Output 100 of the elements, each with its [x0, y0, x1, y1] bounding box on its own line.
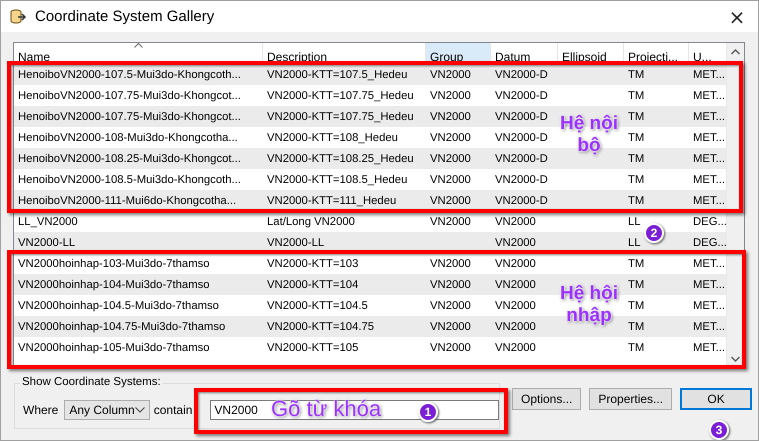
- table-cell-text: VN2000: [429, 132, 472, 144]
- table-cell-text: VN2000: [429, 194, 472, 206]
- table-cell-text: VN2000: [494, 300, 537, 312]
- table-cell-text: VN2000-D: [494, 90, 549, 102]
- table-cell-text: MET...: [692, 258, 726, 270]
- app-icon: [9, 8, 27, 26]
- table-cell-text: Lat/Long VN2000: [266, 216, 356, 228]
- table-cell-text: VN2000-KTT=104: [266, 278, 360, 290]
- table-cell-text: TM: [627, 194, 646, 206]
- table-cell-text: VN2000: [494, 278, 537, 290]
- table-cell-text: VN2000hoinhap-104.75-Mui3do-7thamso: [17, 320, 226, 332]
- dialog-button[interactable]: Properties...: [589, 388, 672, 410]
- table-cell-text: HenoiboVN2000-107.75-Mui3do-Khongcot...: [17, 110, 242, 122]
- table-cell-text: VN2000-D: [494, 132, 549, 144]
- table-cell-text: VN2000: [429, 278, 472, 290]
- table-cell-text: VN2000: [429, 90, 472, 102]
- callout-text: Hệ hội nhập: [558, 283, 620, 327]
- table-cell-text: HenoiboVN2000-107.75-Mui3do-Khongcot...: [17, 90, 242, 102]
- table-cell-text: TM: [627, 342, 646, 354]
- table-cell-text: VN2000-KTT=111_Hedeu: [266, 194, 398, 206]
- table-cell-text: DEG...: [692, 216, 726, 228]
- table-cell-text: TM: [627, 258, 646, 270]
- table-cell-text: VN2000hoinhap-104.5-Mui3do-7thamso: [17, 300, 220, 312]
- table-cell-text: HenoiboVN2000-111-Mui6do-Khongcotha...: [17, 194, 238, 206]
- table-cell-text: HenoiboVN2000-108.5-Mui3do-Khongcoth...: [17, 174, 242, 186]
- table-cell-text: VN2000: [429, 320, 472, 332]
- table-cell-text: VN2000: [429, 342, 472, 354]
- chevron-icon: [134, 407, 145, 413]
- table-cell-text: TM: [627, 174, 646, 186]
- table-cell-text: VN2000: [429, 68, 472, 80]
- table-cell-text: VN2000hoinhap-103-Mui3do-7thamso: [17, 258, 211, 270]
- table-cell-text: VN2000-D: [494, 194, 549, 206]
- table-cell-text: VN2000: [494, 258, 537, 270]
- table-cell-text: LL: [627, 236, 642, 248]
- table-cell-text: MET...: [692, 132, 726, 144]
- table-cell-text: VN2000-D: [494, 174, 549, 186]
- table-cell-text: VN2000-KTT=108.25_Hedeu: [266, 152, 415, 164]
- table-cell-text: MET...: [692, 68, 726, 80]
- table-cell-text: VN2000-KTT=108_Hedeu: [266, 132, 399, 144]
- table-cell-text: MET...: [692, 342, 726, 354]
- table-cell-text: MET...: [692, 320, 726, 332]
- table-cell-text: MET...: [692, 194, 726, 206]
- table-cell-text: VN2000: [494, 216, 537, 228]
- table-cell-text: VN2000hoinhap-105-Mui3do-7thamso: [17, 342, 211, 354]
- table-cell-text: VN2000-KTT=104.5: [266, 300, 369, 312]
- column-dropdown[interactable]: Any Column: [64, 400, 150, 420]
- table-cell-text: VN2000-KTT=107.5_Hedeu: [266, 68, 408, 80]
- column-header[interactable]: Datum: [491, 43, 558, 63]
- callout-text: Hệ nội bộ: [558, 113, 620, 157]
- table-cell-text: VN2000: [494, 320, 537, 332]
- number-badge: 3: [709, 420, 729, 440]
- table-cell-text: VN2000: [429, 110, 472, 122]
- column-header[interactable]: Name: [14, 43, 263, 63]
- table-cell-text: TM: [627, 90, 646, 102]
- table-cell-text: TM: [627, 278, 646, 290]
- table-cell-text: VN2000: [429, 152, 472, 164]
- table-cell-text: HenoiboVN2000-108-Mui3do-Khongcotha...: [17, 132, 239, 144]
- table-cell-text: HenoiboVN2000-108.25-Mui3do-Khongcot...: [17, 152, 242, 164]
- table-cell-text: VN2000-KTT=103: [266, 258, 360, 270]
- table-cell-text: VN2000-KTT=104.75: [266, 320, 376, 332]
- table-cell-text: VN2000-KTT=105: [266, 342, 360, 354]
- dialog-button[interactable]: OK: [680, 388, 752, 410]
- table-cell-text: TM: [627, 152, 646, 164]
- table-cell-text: MET...: [692, 152, 726, 164]
- table-cell-text: VN2000: [494, 236, 537, 248]
- table-cell-text: VN2000-KTT=107.75_Hedeu: [266, 90, 415, 102]
- table-cell-text: HenoiboVN2000-107.5-Mui3do-Khongcoth...: [17, 68, 242, 80]
- table-cell-text: TM: [627, 320, 646, 332]
- table-cell-text: VN2000: [494, 342, 537, 354]
- table-cell-text: MET...: [692, 278, 726, 290]
- dialog-button[interactable]: Options...: [512, 388, 582, 410]
- table-cell-text: VN2000: [429, 300, 472, 312]
- contains-label: contain: [154, 403, 192, 417]
- table-cell-text: TM: [627, 110, 646, 122]
- table-cell-text: LL_VN2000: [17, 216, 79, 228]
- where-label: Where: [23, 403, 58, 417]
- table-cell-text: VN2000hoinhap-104-Mui3do-7thamso: [17, 278, 211, 290]
- table-cell-text: TM: [627, 132, 646, 144]
- close-button[interactable]: ×: [722, 2, 752, 30]
- table-cell-text: VN2000-LL: [266, 236, 326, 248]
- table-cell-text: VN2000-KTT=108.5_Hedeu: [266, 174, 408, 186]
- table-cell-text: LL: [627, 216, 642, 228]
- table-cell-text: MET...: [692, 300, 726, 312]
- table-cell-text: VN2000: [429, 216, 472, 228]
- table-cell-text: MET...: [692, 90, 726, 102]
- table-cell-text: MET...: [692, 110, 726, 122]
- table-cell-text: VN2000: [429, 174, 472, 186]
- table-cell-text: TM: [627, 68, 646, 80]
- table-cell-text: MET...: [692, 174, 726, 186]
- group-title: Show Coordinate Systems:: [20, 376, 163, 388]
- table-cell-text: VN2000: [429, 258, 472, 270]
- table-cell-text: VN2000-D: [494, 152, 549, 164]
- table-cell-text: VN2000-LL: [17, 236, 76, 248]
- table-cell-text: VN2000-D: [494, 110, 549, 122]
- table-cell-text: DEG...: [692, 236, 726, 248]
- table-cell-text: TM: [627, 300, 646, 312]
- table-cell-text: VN2000-D: [494, 68, 549, 80]
- table-cell-text: VN2000-KTT=107.75_Hedeu: [266, 110, 415, 122]
- window-title: Coordinate System Gallery: [35, 8, 216, 25]
- callout-text: Gõ từ khóa: [271, 397, 382, 421]
